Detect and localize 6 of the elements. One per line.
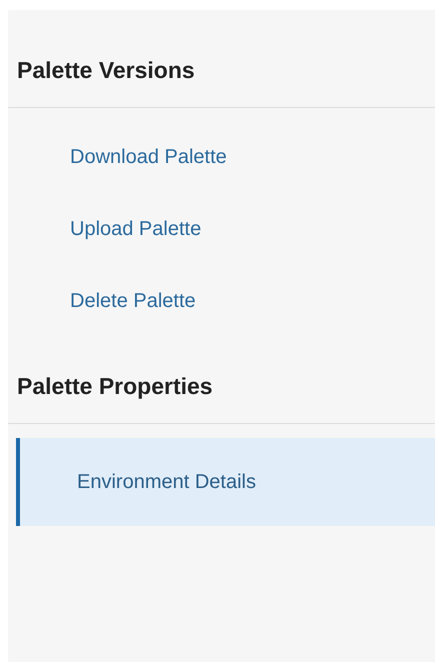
section-heading: Palette Properties: [17, 372, 214, 401]
nav-link[interactable]: Upload Palette: [8, 204, 435, 276]
nav-link[interactable]: Environment Details: [16, 438, 435, 526]
nav-link[interactable]: Delete Palette: [8, 276, 435, 348]
section-heading: Palette Versions: [17, 56, 196, 85]
nav-link[interactable]: Download Palette: [8, 132, 435, 204]
